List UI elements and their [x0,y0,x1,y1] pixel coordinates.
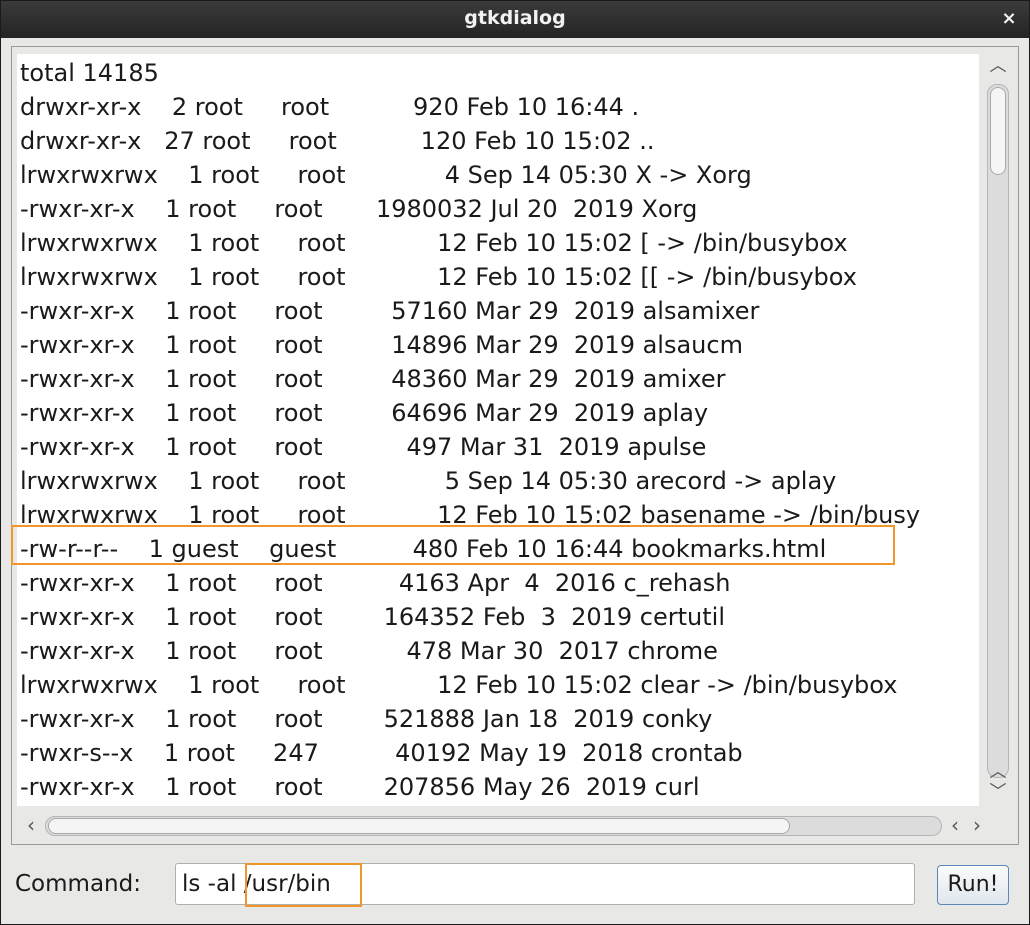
scroll-up-arrow-top-icon[interactable]: ︿ [987,56,1009,76]
close-icon[interactable]: × [999,9,1019,29]
output-frame: total 14185 drwxr-xr-x 2 root root 920 Fe… [11,46,1019,845]
vertical-scroll-track[interactable] [987,84,1009,778]
listing-line: -rwxr-xr-x 1 root root 64696 Mar 29 2019… [20,399,709,427]
window-title: gtkdialog [464,7,566,29]
listing-line: lrwxrwxrwx 1 root root 12 Feb 10 15:02 [… [20,229,848,257]
listing-line: lrwxrwxrwx 1 root root 12 Feb 10 15:02 [… [20,263,857,291]
listing-line: -rwxr-xr-x 1 root root 521888 Jan 18 201… [20,705,713,733]
listing-line: total 14185 [20,59,159,87]
command-label: Command: [15,871,141,897]
output-text-view[interactable]: total 14185 drwxr-xr-x 2 root root 920 Fe… [17,54,979,806]
title-bar[interactable]: gtkdialog × [1,1,1029,38]
listing-line: -rwxr-xr-x 1 root root 164352 Feb 3 2019… [20,603,725,631]
scroll-left-arrow-right-group-icon[interactable]: ‹ [945,815,965,835]
scroll-up-arrow-icon[interactable]: ︿ [987,762,1009,782]
listing-line: lrwxrwxrwx 1 root root 5 Sep 14 05:30 ar… [20,467,837,495]
listing-line: lrwxrwxrwx 1 root root 12 Feb 10 15:02 c… [20,671,898,699]
listing-line: -rwxr-xr-x 1 root root 497 Mar 31 2019 a… [20,433,707,461]
horizontal-scrollbar[interactable]: ‹ ‹ › [17,811,1013,841]
vertical-scrollbar[interactable]: ︿ ︿ ﹀ [981,54,1014,806]
horizontal-scroll-track[interactable] [45,816,942,836]
scroll-right-arrow-icon[interactable]: › [967,815,987,835]
scroll-down-arrow-icon[interactable]: ﹀ [987,782,1009,802]
listing-line: lrwxrwxrwx 1 root root 12 Feb 10 15:02 b… [20,501,921,529]
listing-line: drwxr-xr-x 27 root root 120 Feb 10 15:02… [20,127,655,155]
listing-line: lrwxrwxrwx 1 root root 4 Sep 14 05:30 X … [20,161,752,189]
listing-line: -rwxr-s--x 1 root 247 40192 May 19 2018 … [20,739,743,767]
listing-line: -rwxr-xr-x 1 root root 207856 May 26 201… [20,773,700,801]
listing-line: -rwxr-xr-x 1 root root 57160 Mar 29 2019… [20,297,760,325]
listing-line: -rwxr-xr-x 1 root root 48360 Mar 29 2019… [20,365,726,393]
listing-line: -rwxr-xr-x 1 root root 4163 Apr 4 2016 c… [20,569,731,597]
run-button[interactable]: Run! [937,865,1009,905]
listing-line: -rw-r--r-- 1 guest guest 480 Feb 10 16:4… [20,535,827,563]
scroll-left-arrow-icon[interactable]: ‹ [21,815,41,835]
gtkdialog-window: gtkdialog × total 14185 drwxr-xr-x 2 root… [0,0,1030,925]
horizontal-scroll-thumb[interactable] [48,818,790,834]
command-input[interactable]: ls -al /usr/bin [175,863,915,905]
vertical-scroll-thumb[interactable] [990,87,1006,175]
listing-line: -rwxr-xr-x 1 root root 478 Mar 30 2017 c… [20,637,718,665]
listing-line: -rwxr-xr-x 1 root root 14896 Mar 29 2019… [20,331,743,359]
listing-line: drwxr-xr-x 2 root root 920 Feb 10 16:44 … [20,93,640,121]
listing-line: -rwxr-xr-x 1 root root 1980032 Jul 20 20… [20,195,698,223]
listing-lines: total 14185 drwxr-xr-x 2 root root 920 Fe… [17,54,979,804]
